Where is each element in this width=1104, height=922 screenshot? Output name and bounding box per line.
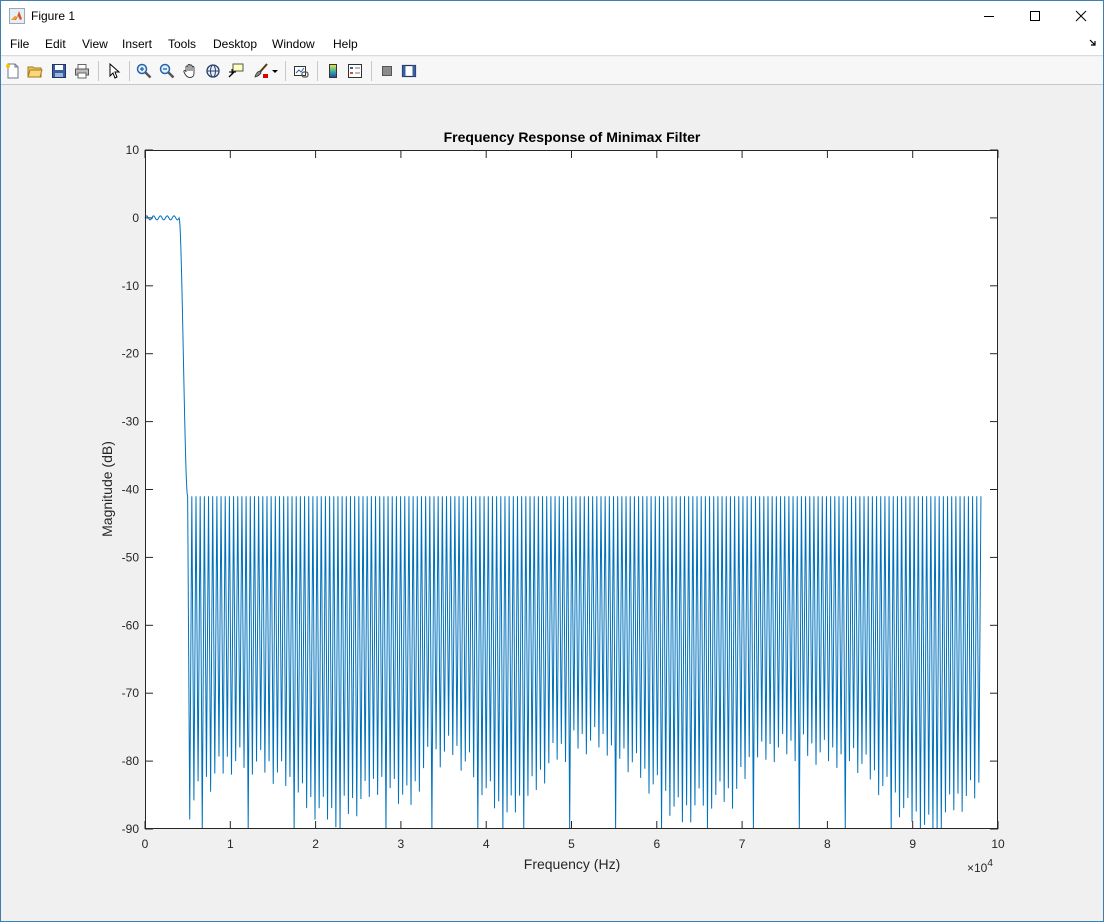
- x-tick-label: 8: [824, 837, 831, 851]
- x-exponent-base: ×10: [967, 861, 988, 875]
- menu-edit[interactable]: Edit: [45, 37, 66, 51]
- window-title: Figure 1: [31, 9, 76, 23]
- print-icon: [75, 64, 89, 79]
- x-tick-label: 3: [398, 837, 405, 851]
- brush-dropdown-button[interactable]: [269, 61, 281, 81]
- menu-window[interactable]: Window: [272, 37, 315, 51]
- print-button[interactable]: [72, 61, 92, 81]
- colorbar-button[interactable]: [323, 61, 343, 81]
- close-button[interactable]: [1058, 1, 1104, 31]
- pointer-icon: [109, 63, 121, 79]
- x-tick-label: 7: [739, 837, 746, 851]
- brush-button[interactable]: [251, 61, 271, 81]
- y-tick-label: -80: [122, 754, 140, 768]
- open-file-icon: [27, 66, 43, 78]
- menu-help[interactable]: Help: [333, 37, 358, 51]
- title-bar[interactable]: Figure 1: [1, 1, 1103, 32]
- save-button[interactable]: [49, 61, 69, 81]
- x-tick-label: 6: [653, 837, 660, 851]
- menu-view[interactable]: View: [82, 37, 108, 51]
- x-exponent-power: 4: [987, 858, 993, 869]
- y-tick-label: -20: [122, 347, 140, 361]
- link-plot-icon: [294, 66, 309, 78]
- y-tick-label: -40: [122, 483, 140, 497]
- hide-plot-tools-button[interactable]: [377, 61, 397, 81]
- matlab-icon: [9, 8, 25, 24]
- show-plot-tools-icon: [401, 64, 417, 78]
- new-figure-icon: [6, 63, 19, 79]
- zoom-out-button[interactable]: [157, 61, 177, 81]
- maximize-icon: [1030, 11, 1040, 21]
- minimize-icon: [984, 16, 994, 17]
- menu-desktop[interactable]: Desktop: [213, 37, 257, 51]
- toolbar-separator: [129, 61, 130, 81]
- x-tick-label: 10: [991, 837, 1005, 851]
- open-file-button[interactable]: [25, 61, 45, 81]
- close-icon: [1075, 10, 1087, 22]
- legend-button[interactable]: [345, 61, 365, 81]
- legend-icon: [348, 64, 362, 78]
- menu-insert[interactable]: Insert: [122, 37, 152, 51]
- menu-file[interactable]: File: [10, 37, 29, 51]
- y-tick-label: -70: [122, 686, 140, 700]
- rotate-3d-icon: [206, 64, 220, 78]
- y-tick-label: 10: [126, 143, 140, 157]
- link-plot-button[interactable]: [291, 61, 311, 81]
- zoom-out-icon: [159, 63, 175, 79]
- minimize-button[interactable]: [966, 1, 1012, 31]
- toolbar-separator: [98, 61, 99, 81]
- plot-figure[interactable]: 0 1 2 3 4 5 6 7 8 9 10 10 0 -10 -20 -30 -40 -50 -60 -70 -80 -…: [1, 86, 1103, 921]
- show-plot-tools-button[interactable]: [399, 61, 419, 81]
- y-tick-label: -90: [122, 822, 140, 836]
- x-tick-label: 1: [227, 837, 234, 851]
- x-tick-label: 0: [142, 837, 149, 851]
- y-axis-label: Magnitude (dB): [99, 441, 115, 537]
- data-cursor-button[interactable]: [226, 61, 246, 81]
- zoom-in-button[interactable]: [134, 61, 154, 81]
- rotate-3d-button[interactable]: [203, 61, 223, 81]
- pointer-button[interactable]: [104, 61, 124, 81]
- figure-window: Figure 1 File Edit View Insert Tools Des…: [0, 0, 1104, 922]
- x-tick-label: 4: [483, 837, 490, 851]
- toolbar-separator: [371, 61, 372, 81]
- save-icon: [52, 64, 66, 78]
- pan-icon: [183, 64, 195, 78]
- x-tick-label: 5: [568, 837, 575, 851]
- brush-icon: [254, 63, 268, 78]
- toolbar-separator: [285, 61, 286, 81]
- toolbar-separator: [317, 61, 318, 81]
- colorbar-icon: [329, 64, 337, 78]
- figure-toolbar: [1, 57, 1103, 85]
- data-cursor-icon: [228, 63, 244, 78]
- y-tick-label: -30: [122, 415, 140, 429]
- x-tick-label: 2: [312, 837, 319, 851]
- y-tick-label: -10: [122, 279, 140, 293]
- maximize-button[interactable]: [1012, 1, 1058, 31]
- y-tick-label: 0: [132, 211, 139, 225]
- chevron-down-icon: [272, 70, 278, 73]
- y-tick-label: -60: [122, 618, 140, 632]
- x-tick-label: 9: [909, 837, 916, 851]
- new-figure-button[interactable]: [3, 61, 23, 81]
- x-axis-label: Frequency (Hz): [524, 856, 620, 872]
- pan-button[interactable]: [180, 61, 200, 81]
- chart-title: Frequency Response of Minimax Filter: [444, 129, 701, 145]
- zoom-in-icon: [136, 63, 152, 79]
- y-tick-label: -50: [122, 550, 140, 564]
- hide-plot-tools-icon: [382, 66, 392, 76]
- menu-bar: File Edit View Insert Tools Desktop Wind…: [1, 32, 1103, 56]
- figure-canvas[interactable]: 0 1 2 3 4 5 6 7 8 9 10 10 0 -10 -20 -30 -40 -50 -60 -70 -80 -…: [1, 86, 1103, 921]
- x-exponent-label: ×104: [967, 858, 993, 875]
- menu-tools[interactable]: Tools: [168, 37, 196, 51]
- dock-arrow-icon[interactable]: [1089, 39, 1097, 47]
